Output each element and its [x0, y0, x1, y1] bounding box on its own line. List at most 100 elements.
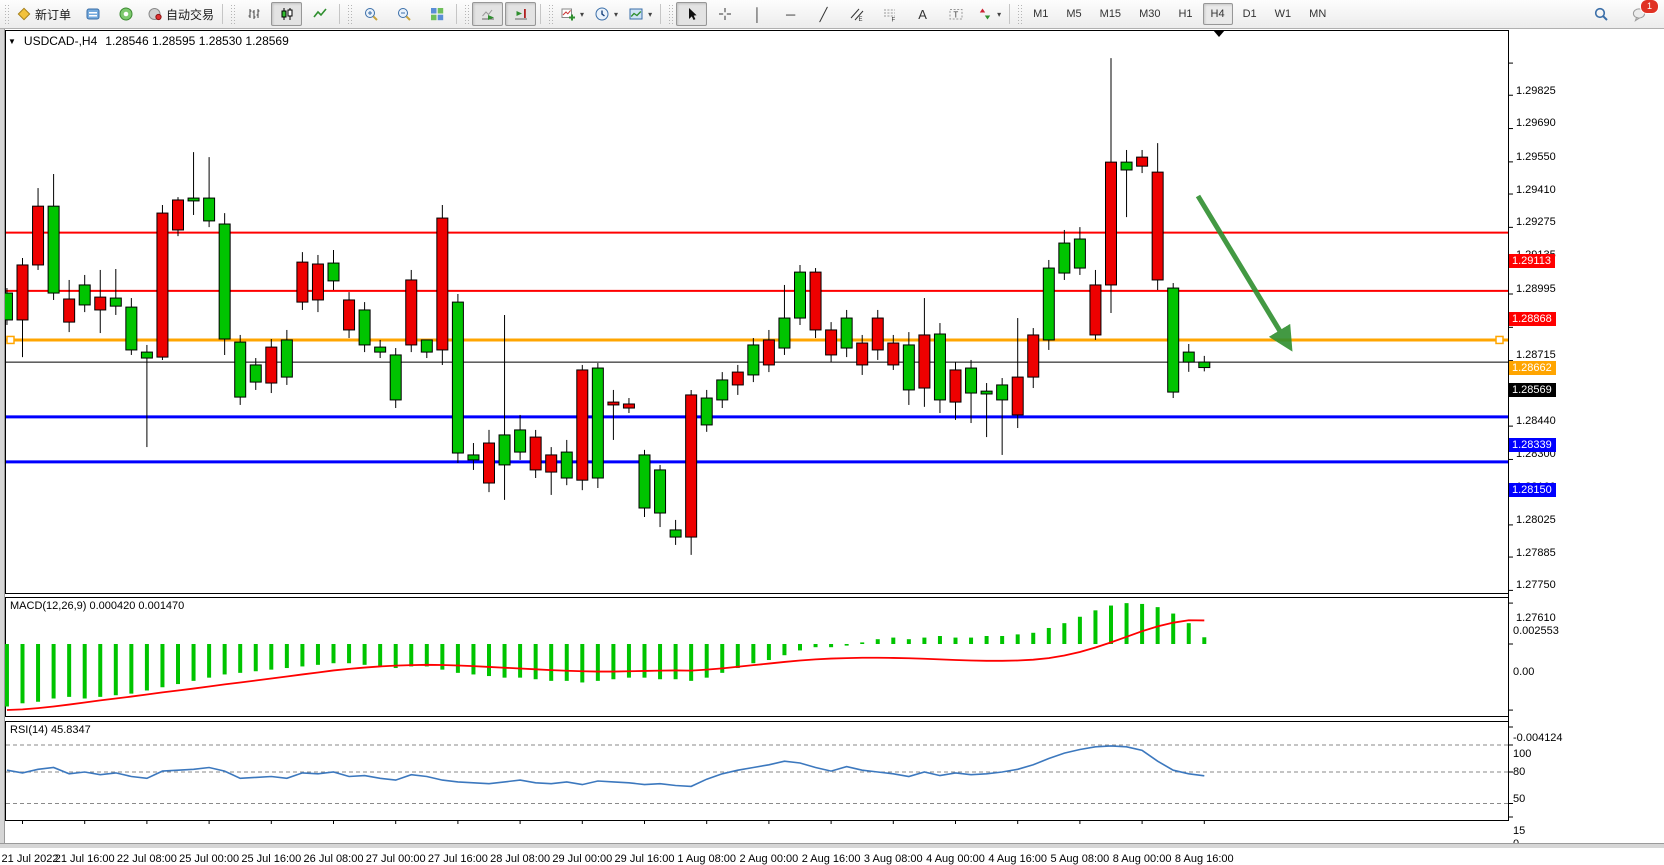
chart-canvas[interactable]	[0, 28, 1664, 847]
price-tick-label: 1.28025	[1516, 514, 1556, 526]
time-label: 25 Jul 16:00	[241, 853, 301, 865]
toolbar-grip	[668, 4, 673, 24]
line-chart-icon	[312, 6, 328, 22]
vertical-line-button-glyph: │	[754, 8, 762, 21]
rsi-tick-label: 100	[1513, 748, 1531, 760]
toolbar-grip	[347, 4, 352, 24]
timeframe-m5-button[interactable]: M5	[1058, 3, 1089, 25]
candle-chart-button[interactable]	[271, 2, 302, 26]
notification-badge: 1	[1640, 0, 1659, 14]
ohlc-values: 1.28546 1.28595 1.28530 1.28569	[105, 34, 289, 48]
svg-text:E: E	[858, 17, 862, 22]
market-depth-icon	[85, 6, 101, 22]
hline-handle[interactable]	[1496, 336, 1503, 343]
price-tag-1.28662: 1.28662	[1509, 361, 1556, 375]
candle	[934, 323, 945, 413]
candle	[390, 348, 401, 408]
cursor-icon	[684, 6, 700, 22]
timeframe-h1-button[interactable]: H1	[1170, 3, 1200, 25]
tile-windows-button[interactable]	[421, 2, 452, 26]
chart-window: ▼ USDCAD-,H4 1.28546 1.28595 1.28530 1.2…	[0, 28, 1664, 847]
price-tick-label: 1.29410	[1516, 184, 1556, 196]
symbol-period-label: USDCAD-,H4	[24, 34, 97, 48]
label-button[interactable]: T	[940, 2, 971, 26]
toolbar-separator	[456, 4, 457, 24]
price-tick-label: 1.28995	[1516, 283, 1556, 295]
price-tick-label: 1.29275	[1516, 216, 1556, 228]
timeframe-w1-button[interactable]: W1	[1267, 3, 1300, 25]
timeframe-h4-button[interactable]: H4	[1203, 3, 1233, 25]
toolbar-separator	[660, 4, 661, 24]
toolbar-separator	[339, 4, 340, 24]
price-tick-label: 1.28440	[1516, 415, 1556, 427]
macd-tick-label: -0.004124	[1513, 732, 1563, 744]
autotrading-button[interactable]: 自动交易	[143, 2, 218, 26]
equidistant-channel-button[interactable]: E	[841, 2, 872, 26]
timeframe-d1-button[interactable]: D1	[1235, 3, 1265, 25]
timeframe-m1-button[interactable]: M1	[1025, 3, 1056, 25]
price-tick-label: 1.28715	[1516, 349, 1556, 361]
fibonacci-button[interactable]: F	[874, 2, 905, 26]
candle	[359, 302, 370, 352]
time-label: 27 Jul 16:00	[428, 853, 488, 865]
candle	[592, 363, 603, 488]
periods-button[interactable]: ▾	[590, 2, 622, 26]
candle	[795, 265, 806, 325]
trendline-button-glyph: ╱	[820, 8, 828, 21]
fibo-icon: F	[882, 6, 898, 22]
arrows-icon	[977, 6, 993, 22]
indicators-button[interactable]: ▾	[556, 2, 588, 26]
market-depth-button[interactable]	[77, 2, 108, 26]
price-tag-1.28339: 1.28339	[1509, 438, 1556, 452]
bar-chart-button[interactable]	[238, 2, 269, 26]
notifications-button[interactable]: 1	[1624, 2, 1655, 26]
vertical-line-button[interactable]: │	[742, 2, 773, 26]
line-chart-button[interactable]	[304, 2, 335, 26]
chevron-down-icon[interactable]: ▼	[8, 37, 16, 46]
macd-tick-label: 0.002553	[1513, 625, 1559, 637]
time-label: 21 Jul 2022	[2, 853, 59, 865]
candle	[810, 268, 821, 338]
time-label: 1 Aug 08:00	[677, 853, 736, 865]
horizontal-line-button[interactable]: ─	[775, 2, 806, 26]
macd-indicator-label: MACD(12,26,9) 0.000420 0.001470	[10, 600, 184, 612]
main-panel-frame	[6, 31, 1509, 594]
svg-text:F: F	[891, 18, 895, 23]
zoom-out-button[interactable]	[388, 2, 419, 26]
time-label: 27 Jul 00:00	[366, 853, 426, 865]
hline-handle[interactable]	[7, 336, 14, 343]
time-label: 29 Jul 00:00	[552, 853, 612, 865]
timeframe-mn-button[interactable]: MN	[1301, 3, 1334, 25]
indicators-icon	[560, 6, 576, 22]
templates-button[interactable]: ▾	[624, 2, 656, 26]
window-bottom-edge	[0, 843, 1664, 848]
zoom-in-button[interactable]	[355, 2, 386, 26]
toolbar-grip	[548, 4, 553, 24]
time-label: 29 Jul 16:00	[615, 853, 675, 865]
zoom-in-icon	[363, 6, 379, 22]
label-icon: T	[948, 6, 964, 22]
crosshair-button[interactable]	[709, 2, 740, 26]
timeframe-m15-button[interactable]: M15	[1092, 3, 1129, 25]
price-tick-label: 1.27750	[1516, 579, 1556, 591]
toolbar-separator	[222, 4, 223, 24]
text-button[interactable]: A	[907, 2, 938, 26]
toolbar-grip	[464, 4, 469, 24]
search-button[interactable]	[1585, 2, 1616, 26]
chart-shift-button[interactable]	[505, 2, 536, 26]
new-order-button[interactable]: 新订单	[12, 2, 75, 26]
time-label: 28 Jul 08:00	[490, 853, 550, 865]
toolbar: 新订单自动交易▾▾▾│─╱EFAT▾M1M5M15M30H1H4D1W1MN1	[0, 0, 1664, 29]
trendline-button[interactable]: ╱	[808, 2, 839, 26]
price-tick-label: 1.29690	[1516, 117, 1556, 129]
auto-scroll-button[interactable]	[472, 2, 503, 26]
search-icon	[1593, 6, 1609, 22]
arrows-button[interactable]: ▾	[973, 2, 1005, 26]
cursor-button[interactable]	[676, 2, 707, 26]
news-button[interactable]	[110, 2, 141, 26]
new-order-button-label: 新订单	[35, 6, 71, 23]
channel-icon: E	[849, 6, 865, 22]
crosshair-icon	[717, 6, 733, 22]
timeframe-m30-button[interactable]: M30	[1131, 3, 1168, 25]
price-tick-label: 1.27885	[1516, 547, 1556, 559]
